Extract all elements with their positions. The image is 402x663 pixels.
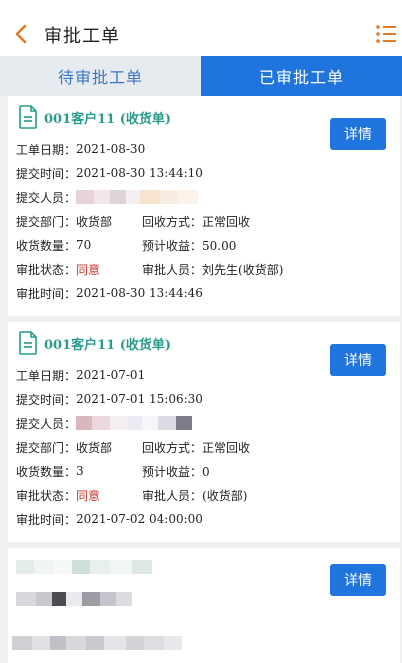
status-value: 同意 — [76, 488, 101, 503]
dept-row: 提交部门： 收货部 回收方式：正常回收 — [16, 436, 396, 458]
order-card-header: 001客户11 (收货单) — [18, 330, 171, 356]
approve-time-label: 审批时间： — [16, 286, 77, 301]
submitter-label: 提交人员： — [16, 190, 77, 205]
submitter-label: 提交人员： — [16, 416, 77, 431]
approver-group: 审批人员：(收货部) — [142, 487, 247, 504]
redacted-footer — [12, 636, 232, 650]
tab-bar: 待审批工单 已审批工单 — [0, 56, 402, 96]
qty-label: 收货数量： — [16, 238, 77, 253]
qty-value: 3 — [76, 464, 84, 478]
status-label: 审批状态： — [16, 262, 77, 277]
page-title: 审批工单 — [44, 26, 120, 46]
status-label: 审批状态： — [16, 488, 77, 503]
qty-row: 收货数量： 3 预计收益：0 — [16, 460, 396, 482]
order-list[interactable]: 001客户11 (收货单) 详情 工单日期： 2021-08-30 提交时间： … — [0, 96, 402, 663]
status-row: 审批状态： 同意 审批人员：(收货部) — [16, 484, 396, 506]
status-value: 同意 — [76, 262, 101, 277]
order-date-value: 2021-07-01 — [76, 368, 146, 382]
submit-time-label: 提交时间： — [16, 392, 77, 407]
approver-label: 审批人员： — [142, 262, 203, 277]
qty-value: 70 — [76, 238, 92, 252]
submit-time-row: 提交时间： 2021-07-01 15:06:30 — [16, 388, 203, 410]
order-card: 001客户11 (收货单) 详情 工单日期： 2021-08-30 提交时间： … — [8, 96, 400, 316]
recycle-group: 回收方式：正常回收 — [142, 213, 250, 230]
approve-time-value: 2021-08-30 13:44:46 — [76, 286, 203, 300]
order-date-row: 工单日期： 2021-08-30 — [16, 138, 145, 160]
tab-pending[interactable]: 待审批工单 — [0, 56, 201, 96]
document-icon — [19, 105, 37, 129]
order-date-label: 工单日期： — [16, 142, 77, 157]
income-label: 预计收益： — [142, 464, 203, 479]
income-label: 预计收益： — [142, 238, 203, 253]
recycle-label: 回收方式： — [142, 440, 203, 455]
submit-time-value: 2021-08-30 13:44:10 — [76, 166, 203, 180]
top-bar: 审批工单 — [0, 12, 402, 56]
order-card-header: 001客户11 (收货单) — [18, 104, 171, 130]
dept-label: 提交部门： — [16, 440, 77, 455]
approver-label: 审批人员： — [142, 488, 203, 503]
document-icon — [19, 331, 37, 355]
recycle-group: 回收方式：正常回收 — [142, 439, 250, 456]
approver-group: 审批人员：刘先生(收货部) — [142, 261, 283, 278]
income-value: 0 — [202, 464, 210, 479]
submitter-redacted — [76, 190, 199, 204]
dept-label: 提交部门： — [16, 214, 77, 229]
approver-value: (收货部) — [202, 488, 248, 503]
submitter-row: 提交人员： — [16, 186, 199, 208]
recycle-value: 正常回收 — [202, 214, 251, 229]
submitter-redacted — [76, 416, 193, 430]
detail-button[interactable]: 详情 — [330, 564, 386, 596]
submit-time-row: 提交时间： 2021-08-30 13:44:10 — [16, 162, 203, 184]
dept-value: 收货部 — [76, 214, 113, 229]
approve-time-label: 审批时间： — [16, 512, 77, 527]
income-group: 预计收益：50.00 — [142, 237, 236, 254]
approve-time-row: 审批时间： 2021-07-02 04:00:00 — [16, 508, 203, 530]
income-value: 50.00 — [202, 238, 237, 253]
recycle-label: 回收方式： — [142, 214, 203, 229]
approve-time-value: 2021-07-02 04:00:00 — [76, 512, 203, 526]
income-group: 预计收益：0 — [142, 463, 210, 480]
status-row: 审批状态： 同意 审批人员：刘先生(收货部) — [16, 258, 396, 280]
dept-row: 提交部门： 收货部 回收方式：正常回收 — [16, 210, 396, 232]
back-button[interactable] — [10, 20, 34, 48]
order-date-label: 工单日期： — [16, 368, 77, 383]
list-menu-icon — [376, 25, 396, 43]
recycle-value: 正常回收 — [202, 440, 251, 455]
redacted-title — [16, 560, 156, 574]
submit-time-label: 提交时间： — [16, 166, 77, 181]
order-card: 001客户11 (收货单) 详情 工单日期： 2021-07-01 提交时间： … — [8, 322, 400, 542]
detail-button[interactable]: 详情 — [330, 118, 386, 150]
order-title: 001客户11 (收货单) — [44, 111, 172, 127]
qty-row: 收货数量： 70 预计收益：50.00 — [16, 234, 396, 256]
dept-value: 收货部 — [76, 440, 113, 455]
qty-label: 收货数量： — [16, 464, 77, 479]
submit-time-value: 2021-07-01 15:06:30 — [76, 392, 203, 406]
approve-time-row: 审批时间： 2021-08-30 13:44:46 — [16, 282, 203, 304]
chevron-left-icon — [15, 24, 27, 44]
order-date-value: 2021-08-30 — [76, 142, 146, 156]
submitter-row: 提交人员： — [16, 412, 193, 434]
order-date-row: 工单日期： 2021-07-01 — [16, 364, 145, 386]
redacted-text — [16, 592, 136, 606]
tab-approved[interactable]: 已审批工单 — [201, 56, 402, 96]
order-title: 001客户11 (收货单) — [44, 337, 172, 353]
detail-button[interactable]: 详情 — [330, 344, 386, 376]
list-menu-button[interactable] — [374, 20, 398, 48]
approver-value: 刘先生(收货部) — [202, 262, 284, 277]
